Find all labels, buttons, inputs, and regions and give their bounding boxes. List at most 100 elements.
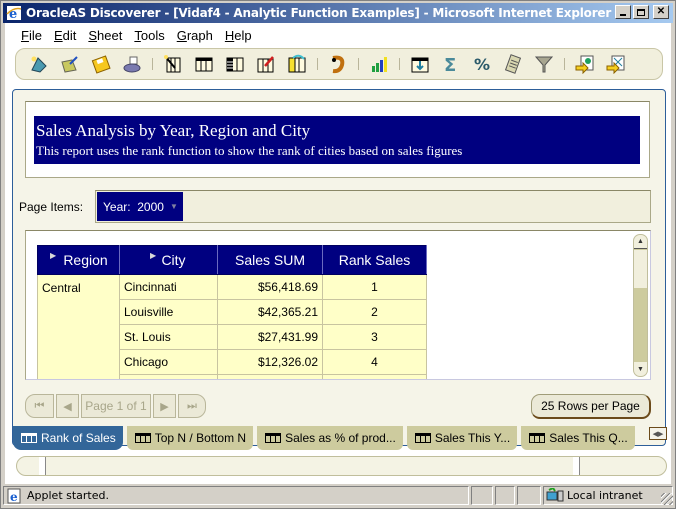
last-page-button[interactable]: ⏭ <box>178 394 206 418</box>
column-header-label: Sales SUM <box>234 252 306 268</box>
report-subtitle: This report uses the rank function to sh… <box>36 143 463 158</box>
rank-cell[interactable] <box>322 374 427 379</box>
sales-cell[interactable]: $12,326.02 <box>217 349 323 375</box>
next-page-button[interactable]: ▶ <box>153 394 176 418</box>
column-header-sales-sum[interactable]: Sales SUM <box>217 245 323 275</box>
scroll-marker <box>579 457 580 475</box>
menu-help[interactable]: Help <box>219 28 258 44</box>
graph-button[interactable] <box>368 53 390 75</box>
tab-top-n-bottom-n[interactable]: Top N / Bottom N <box>126 426 254 450</box>
svg-text:%: % <box>474 55 490 74</box>
column-header-rank-sales[interactable]: Rank Sales <box>322 245 427 275</box>
tab-sales-this-quarter[interactable]: Sales This Q... <box>521 426 635 450</box>
rank-cell[interactable]: 2 <box>322 299 427 325</box>
crosstab-layout-icon <box>226 57 244 72</box>
maximize-button[interactable] <box>633 5 649 19</box>
menu-file[interactable]: File <box>15 28 48 44</box>
column-header-label: Region <box>63 252 108 268</box>
crosstab-layout-button[interactable] <box>224 53 246 75</box>
first-page-icon: ⏮ <box>34 399 45 412</box>
minimize-button[interactable] <box>615 5 631 19</box>
duplicate-sheet-icon <box>288 54 306 73</box>
city-cell[interactable] <box>119 374 218 379</box>
arrow-down-icon: ▼ <box>637 365 644 373</box>
export-icon <box>575 55 594 74</box>
print-icon <box>123 56 141 73</box>
sales-cell[interactable] <box>217 374 323 379</box>
menu-graph[interactable]: Graph <box>171 28 219 44</box>
drill-icon <box>411 57 429 73</box>
tab-label: Sales as % of prod... <box>285 431 396 445</box>
edit-title-button[interactable] <box>255 53 277 75</box>
browser-content: File Edit Sheet Tools Graph Help Σ % Sal… <box>5 23 671 484</box>
open-workbook-button[interactable] <box>59 53 81 75</box>
city-cell[interactable]: Cincinnati <box>119 274 218 300</box>
page-items-bar: Year: 2000 ▼ <box>95 190 651 223</box>
sales-cell[interactable]: $42,365.21 <box>217 299 323 325</box>
first-page-button[interactable]: ⏮ <box>25 394 54 418</box>
report-title-band: Sales Analysis by Year, Region and City … <box>34 116 640 164</box>
rank-cell[interactable]: 3 <box>322 324 427 350</box>
rows-per-page-button[interactable]: 25 Rows per Page <box>531 394 651 419</box>
ie-page-icon: e <box>7 488 21 504</box>
column-header-region[interactable]: ▶ Region <box>37 245 120 275</box>
menu-tools[interactable]: Tools <box>128 28 170 44</box>
city-cell[interactable]: Chicago <box>119 349 218 375</box>
next-page-icon: ▶ <box>160 400 169 413</box>
rank-cell[interactable]: 4 <box>322 349 427 375</box>
totals-button[interactable]: Σ <box>440 53 462 75</box>
scroll-down-button[interactable]: ▼ <box>634 362 647 376</box>
last-page-icon: ⏭ <box>187 399 197 412</box>
previous-page-button[interactable]: ◀ <box>56 394 79 418</box>
worksheet-table-icon <box>134 433 151 443</box>
save-icon <box>91 55 111 74</box>
sales-cell[interactable]: $56,418.69 <box>217 274 323 300</box>
export-button[interactable] <box>574 53 596 75</box>
rank-cell[interactable]: 1 <box>322 274 427 300</box>
sales-cell[interactable]: $27,431.99 <box>217 324 323 350</box>
city-cell[interactable]: St. Louis <box>119 324 218 350</box>
report-title-area: Sales Analysis by Year, Region and City … <box>25 101 650 178</box>
region-cell[interactable]: Central <box>37 274 120 379</box>
toolbar-separator <box>152 58 153 70</box>
scroll-marker <box>45 457 46 475</box>
title-bar: e OracleAS Discoverer - [Vidaf4 - Analyt… <box>3 3 673 23</box>
save-button[interactable] <box>90 53 112 75</box>
undo-button[interactable] <box>327 53 349 75</box>
table-layout-button[interactable] <box>193 53 215 75</box>
local-intranet-icon <box>546 487 564 501</box>
filter-button[interactable] <box>533 53 555 75</box>
menu-sheet[interactable]: Sheet <box>82 28 128 44</box>
percentage-button[interactable]: % <box>471 53 493 75</box>
drill-button[interactable] <box>409 53 431 75</box>
toolbar-separator <box>564 58 565 70</box>
year-page-item-select[interactable]: Year: 2000 ▼ <box>97 192 183 221</box>
menu-graph-label: Graph <box>176 28 213 43</box>
arrow-up-icon: ▲ <box>637 238 644 245</box>
close-button[interactable]: ✕ <box>653 5 669 19</box>
horizontal-scrollbar[interactable] <box>16 456 667 476</box>
scroll-up-button[interactable]: ▲ <box>634 235 647 249</box>
resize-grip[interactable] <box>661 493 673 505</box>
print-button[interactable] <box>121 53 143 75</box>
duplicate-sheet-button[interactable] <box>286 53 308 75</box>
tab-label: Sales This Y... <box>434 431 511 445</box>
tab-scroll-button[interactable]: ◀▶ <box>649 427 667 440</box>
menu-edit[interactable]: Edit <box>48 28 82 44</box>
menu-sheet-label: Sheet <box>88 28 123 43</box>
city-cell[interactable]: Louisville <box>119 299 218 325</box>
scroll-thumb[interactable] <box>634 250 647 288</box>
edit-sheet-button[interactable] <box>162 53 184 75</box>
worksheet-grid: ▶ Region ▶ City Sales SUM Rank Sales Centr… <box>25 230 651 380</box>
tab-sales-as-percent-of-prod[interactable]: Sales as % of prod... <box>257 426 403 450</box>
tab-rank-of-sales[interactable]: Rank of Sales <box>13 426 123 450</box>
calculations-button[interactable] <box>502 53 524 75</box>
column-header-city[interactable]: ▶ City <box>119 245 218 275</box>
filter-icon <box>534 56 554 73</box>
vertical-scrollbar[interactable]: ▲ ▼ <box>633 234 648 377</box>
tab-sales-this-year[interactable]: Sales This Y... <box>406 426 518 450</box>
menu-edit-label: Edit <box>53 28 77 43</box>
year-page-item-value: Year: 2000 <box>103 199 164 214</box>
new-workbook-button[interactable] <box>28 53 50 75</box>
send-email-button[interactable] <box>605 53 627 75</box>
